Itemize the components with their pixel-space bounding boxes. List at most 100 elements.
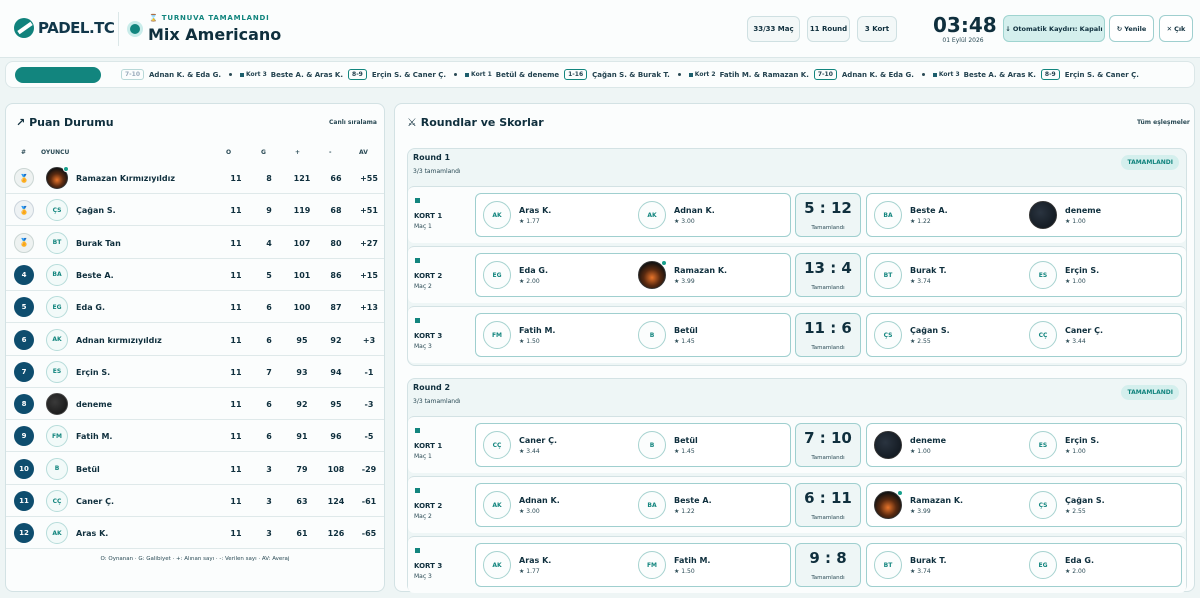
player-chip[interactable]: EG Eda G. ★ 2.00 (1022, 544, 1182, 586)
player-chip[interactable]: B Betül ★ 1.45 (631, 424, 791, 466)
player-avatar: FM (483, 321, 511, 349)
player-avatar (1029, 201, 1057, 229)
refresh-button[interactable]: ↻ Yenile (1109, 15, 1154, 42)
player-chip[interactable]: BT Burak T. ★ 3.74 (867, 254, 1027, 296)
standings-row[interactable]: 6 AK Adnan kırmızıyıldız 11 6 95 92 +3 (6, 324, 384, 356)
player-chip[interactable]: CÇ Caner Ç. ★ 3.44 (476, 424, 636, 466)
ticker-item[interactable]: 7-10 Adnan K. & Eda G. (116, 69, 221, 80)
team-left[interactable]: EG Eda G. ★ 2.00 Ramazan K. ★ 3.99 (475, 253, 791, 297)
player-chip[interactable]: AK Adnan K. ★ 3.00 (631, 194, 791, 236)
match-row[interactable]: KORT 1 Maç 1 AK Aras K. ★ 1.77 AK Adnan K. ★ 3.… (408, 186, 1186, 243)
medal-icon: 🏅 (14, 168, 34, 188)
player-chip[interactable]: deneme ★ 1.00 (867, 424, 1027, 466)
standings-legend: O: Oynanan · G: Galibiyet · +: Alınan sa… (100, 556, 290, 562)
match-score[interactable]: 9 : 8 Tamamlandı (795, 543, 861, 587)
player-name: deneme (76, 400, 113, 410)
standings-row[interactable]: 4 BA Beste A. 11 5 101 86 +15 (6, 259, 384, 291)
standings-panel: ↗ Puan Durumu Canlı sıralama # OYUNCU O … (5, 103, 385, 592)
match-score[interactable]: 6 : 11 Tamamlandı (795, 483, 861, 527)
player-chip[interactable]: BT Burak T. ★ 3.74 (867, 544, 1027, 586)
avatar: B (46, 457, 68, 480)
standings-row[interactable]: 11 CÇ Caner Ç. 11 3 63 124 -61 (6, 485, 384, 517)
won-count: 5 (266, 270, 272, 280)
team-left[interactable]: AK Adnan K. ★ 3.00 BA Beste A. ★ 1.22 (475, 483, 791, 527)
match-row[interactable]: KORT 3 Maç 3 AK Aras K. ★ 1.77 FM Fatih M. ★ 1.… (408, 536, 1186, 593)
player-chip[interactable]: AK Aras K. ★ 1.77 (476, 544, 636, 586)
points-against: 96 (330, 432, 342, 442)
team-left[interactable]: AK Aras K. ★ 1.77 FM Fatih M. ★ 1.50 (475, 543, 791, 587)
exit-button[interactable]: ✕ Çık (1159, 15, 1193, 42)
player-chip[interactable]: Ramazan K. ★ 3.99 (631, 254, 791, 296)
avatar-initials: BA (883, 211, 893, 219)
player-name: Adnan kırmızıyıldız (76, 335, 162, 345)
rank-badge: 12 (14, 523, 34, 544)
player-chip[interactable]: AK Aras K. ★ 1.77 (476, 194, 636, 236)
standings-row[interactable]: 10 B Betül 11 3 79 108 -29 (6, 453, 384, 485)
match-score[interactable]: 5 : 12 Tamamlandı (795, 193, 861, 237)
standings-row[interactable]: 9 FM Fatih M. 11 6 91 96 -5 (6, 420, 384, 453)
player-name: Beste A. (910, 206, 948, 215)
player-chip[interactable]: ES Erçin S. ★ 1.00 (1022, 254, 1182, 296)
player-avatar: BA (638, 491, 666, 519)
player-chip[interactable]: ÇS Çağan S. ★ 2.55 (867, 314, 1027, 356)
player-chip[interactable]: Ramazan K. ★ 3.99 (867, 484, 1027, 526)
team-left[interactable]: FM Fatih M. ★ 1.50 B Betül ★ 1.45 (475, 313, 791, 357)
player-chip[interactable]: FM Fatih M. ★ 1.50 (631, 544, 791, 586)
player-name: Ramazan Kırmızıyıldız (76, 174, 176, 183)
match-row[interactable]: KORT 3 Maç 3 FM Fatih M. ★ 1.50 B Betül ★ 1.45 1… (408, 306, 1186, 363)
player-chip[interactable]: deneme ★ 1.00 (1022, 194, 1182, 236)
standings-title-text: Puan Durumu (29, 116, 114, 129)
player-chip[interactable]: BA Beste A. ★ 1.22 (631, 484, 791, 526)
ticker-item[interactable]: Kort 1 Betül & deneme 1-16 Çağan S. & Burak… (465, 69, 670, 80)
player-chip[interactable]: FM Fatih M. ★ 1.50 (476, 314, 636, 356)
logo[interactable]: PADEL.TC (14, 18, 115, 38)
player-rating: ★ 3.99 (674, 278, 695, 285)
standings-row[interactable]: 🏅 Ramazan Kırmızıyıldız 11 8 121 66 +55 (6, 162, 384, 194)
team-right[interactable]: ÇS Çağan S. ★ 2.55 CÇ Caner Ç. ★ 3.44 (866, 313, 1182, 357)
rank-badge: 10 (14, 458, 34, 479)
status-dot-icon (130, 24, 140, 34)
player-chip[interactable]: ES Erçin S. ★ 1.00 (1022, 424, 1182, 466)
avatar-initials: ÇS (883, 331, 893, 339)
standings-row[interactable]: 12 AK Aras K. 11 3 61 126 -65 (6, 517, 384, 550)
player-name: Erçin S. (1065, 436, 1100, 445)
player-chip[interactable]: EG Eda G. ★ 2.00 (476, 254, 636, 296)
score-value: 9 : 8 (809, 549, 847, 567)
team-left[interactable]: AK Aras K. ★ 1.77 AK Adnan K. ★ 3.00 (475, 193, 791, 237)
online-indicator-icon (661, 260, 667, 266)
team-left[interactable]: CÇ Caner Ç. ★ 3.44 B Betül ★ 1.45 (475, 423, 791, 467)
team-right[interactable]: BA Beste A. ★ 1.22 deneme ★ 1.00 (866, 193, 1182, 237)
points-for: 79 (296, 464, 308, 474)
player-name: Beste A. (674, 496, 712, 505)
won-count: 6 (266, 335, 272, 345)
avatar-initials: FM (491, 331, 503, 339)
player-chip[interactable]: AK Adnan K. ★ 3.00 (476, 484, 636, 526)
ticker-item[interactable]: Kort 2 Fatih M. & Ramazan K. 7-10 Adnan K. … (689, 69, 914, 80)
player-chip[interactable]: ÇS Çağan S. ★ 2.55 (1022, 484, 1182, 526)
match-row[interactable]: KORT 1 Maç 1 CÇ Caner Ç. ★ 3.44 B Betül ★ 1.45 7… (408, 416, 1186, 473)
standings-row[interactable]: 5 EG Eda G. 11 6 100 87 +13 (6, 291, 384, 324)
standings-row[interactable]: 🏅 ÇS Çağan S. 11 9 119 68 +51 (6, 194, 384, 227)
match-row[interactable]: KORT 2 Maç 2 EG Eda G. ★ 2.00 Ramazan K. ★ 3.9… (408, 246, 1186, 303)
match-score[interactable]: 13 : 4 Tamamlandı (795, 253, 861, 297)
avatar-initials: AK (52, 336, 62, 343)
standings-row[interactable]: 7 ES Erçin S. 11 7 93 94 -1 (6, 356, 384, 388)
played-count: 11 (230, 529, 242, 539)
player-chip[interactable]: BA Beste A. ★ 1.22 (867, 194, 1027, 236)
standings-row[interactable]: 🏅 BT Burak Tan 11 4 107 80 +27 (6, 227, 384, 259)
player-chip[interactable]: B Betül ★ 1.45 (631, 314, 791, 356)
ticker-item[interactable]: Kort 3 Beste A. & Aras K. 8-9 Erçin S. & Ca… (240, 69, 446, 80)
player-chip[interactable]: CÇ Caner Ç. ★ 3.44 (1022, 314, 1182, 356)
match-score[interactable]: 7 : 10 Tamamlandı (795, 423, 861, 467)
team-right[interactable]: Ramazan K. ★ 3.99 ÇS Çağan S. ★ 2.55 (866, 483, 1182, 527)
match-row[interactable]: KORT 2 Maç 2 AK Adnan K. ★ 3.00 BA Beste A. ★ 1… (408, 476, 1186, 533)
standings-row[interactable]: 8 deneme 11 6 92 95 -3 (6, 388, 384, 421)
team-right[interactable]: BT Burak T. ★ 3.74 ES Erçin S. ★ 1.00 (866, 253, 1182, 297)
match-score[interactable]: 11 : 6 Tamamlandı (795, 313, 861, 357)
col-played: O (226, 149, 232, 156)
auto-save-toggle-button[interactable]: ↓ Otomatik Kaydırı: Kapalı (1003, 15, 1105, 42)
ticker-item[interactable]: Kort 3 Beste A. & Aras K. 8-9 Erçin S. & Ca… (933, 69, 1139, 80)
average: +3 (362, 335, 376, 345)
team-right[interactable]: BT Burak T. ★ 3.74 EG Eda G. ★ 2.00 (866, 543, 1182, 587)
team-right[interactable]: deneme ★ 1.00 ES Erçin S. ★ 1.00 (866, 423, 1182, 467)
